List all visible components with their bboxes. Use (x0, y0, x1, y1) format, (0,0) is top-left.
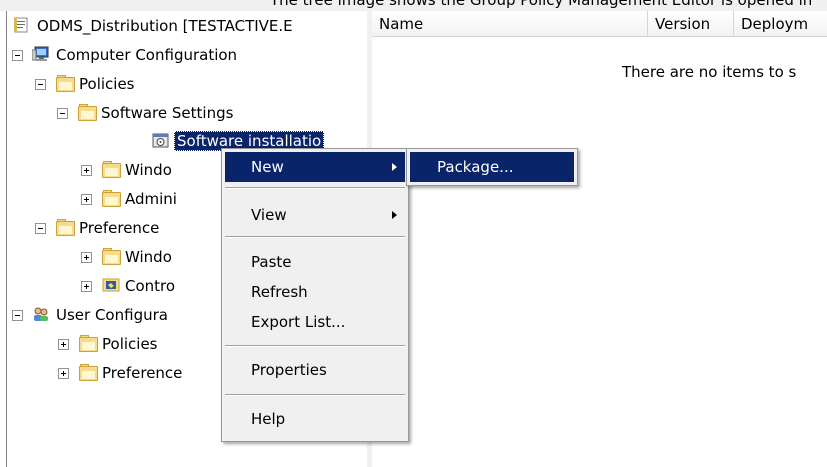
window-top-strip: The tree image shows the Group Policy Ma… (0, 0, 827, 11)
menu-item-package[interactable]: Package... (410, 152, 574, 182)
menu-separator (225, 345, 405, 347)
users-icon (34, 307, 48, 321)
expand-icon[interactable] (58, 339, 69, 350)
menu-item-refresh[interactable]: Refresh (225, 277, 405, 307)
collapse-icon[interactable] (12, 310, 23, 321)
menu-item-new[interactable]: New (225, 152, 405, 182)
folder-icon (79, 335, 98, 352)
menu-separator (225, 394, 405, 396)
control-panel-icon (102, 278, 120, 292)
tree-pref-windows-settings-label: Windo (125, 248, 172, 266)
menu-item-properties-label: Properties (251, 361, 327, 379)
menu-item-view[interactable]: View (225, 200, 405, 230)
menu-item-package-label: Package... (437, 158, 514, 176)
computer-icon (32, 46, 49, 61)
menu-item-refresh-label: Refresh (251, 283, 308, 301)
menu-item-properties[interactable]: Properties (225, 355, 405, 385)
folder-icon (102, 161, 121, 178)
tree-policies-label: Policies (79, 75, 135, 93)
folder-icon (102, 190, 121, 207)
menu-item-paste[interactable]: Paste (225, 247, 405, 277)
folder-icon (56, 219, 75, 236)
empty-list-message: There are no items to s (622, 63, 797, 81)
tree-user-policies-label: Policies (102, 335, 158, 353)
column-header-name[interactable]: Name (372, 11, 648, 37)
collapse-icon[interactable] (12, 50, 23, 61)
list-pane[interactable]: Name Version Deploym There are no items … (372, 11, 827, 467)
column-header-version[interactable]: Version (648, 11, 734, 37)
tree-administrative-templates-label: Admini (125, 190, 177, 208)
column-header-deployment[interactable]: Deploym (734, 11, 827, 37)
tree-computer-configuration-label: Computer Configuration (56, 46, 238, 64)
menu-item-view-label: View (251, 206, 287, 224)
caption-text: The tree image shows the Group Policy Ma… (270, 0, 813, 9)
menu-item-export-list-label: Export List... (251, 313, 346, 331)
folder-icon (102, 248, 121, 265)
submenu-arrow-icon (392, 211, 397, 219)
software-installation-icon (152, 133, 169, 148)
menu-item-paste-label: Paste (251, 253, 292, 271)
menu-item-export-list[interactable]: Export List... (225, 307, 405, 337)
tree-preferences-label: Preference (79, 219, 160, 237)
folder-icon (78, 104, 97, 121)
collapse-icon[interactable] (35, 223, 46, 234)
expand-icon[interactable] (58, 368, 69, 379)
tree-user-preferences-label: Preference (102, 364, 183, 382)
tree-root-label: ODMS_Distribution [TESTACTIVE.E (37, 17, 293, 35)
menu-separator (225, 236, 405, 238)
tree-user-configuration-label: User Configura (56, 306, 168, 324)
tree-windows-settings-label: Windo (125, 161, 172, 179)
context-menu: New View Paste Refresh Export List... Pr… (221, 148, 409, 442)
menu-item-help[interactable]: Help (225, 404, 405, 434)
folder-icon (79, 364, 98, 381)
expand-icon[interactable] (81, 194, 92, 205)
tree-control-panel-settings-label: Contro (125, 277, 176, 295)
folder-icon (56, 75, 75, 92)
gpo-document-icon (14, 17, 28, 33)
expand-icon[interactable] (81, 281, 92, 292)
new-submenu: Package... (406, 148, 578, 186)
collapse-icon[interactable] (35, 79, 46, 90)
collapse-icon[interactable] (57, 108, 68, 119)
submenu-arrow-icon (392, 163, 397, 171)
expand-icon[interactable] (81, 165, 92, 176)
tree-software-settings-label: Software Settings (101, 104, 234, 122)
menu-separator (225, 187, 405, 189)
expand-icon[interactable] (81, 252, 92, 263)
menu-item-help-label: Help (251, 410, 286, 428)
menu-item-new-label: New (251, 158, 284, 176)
